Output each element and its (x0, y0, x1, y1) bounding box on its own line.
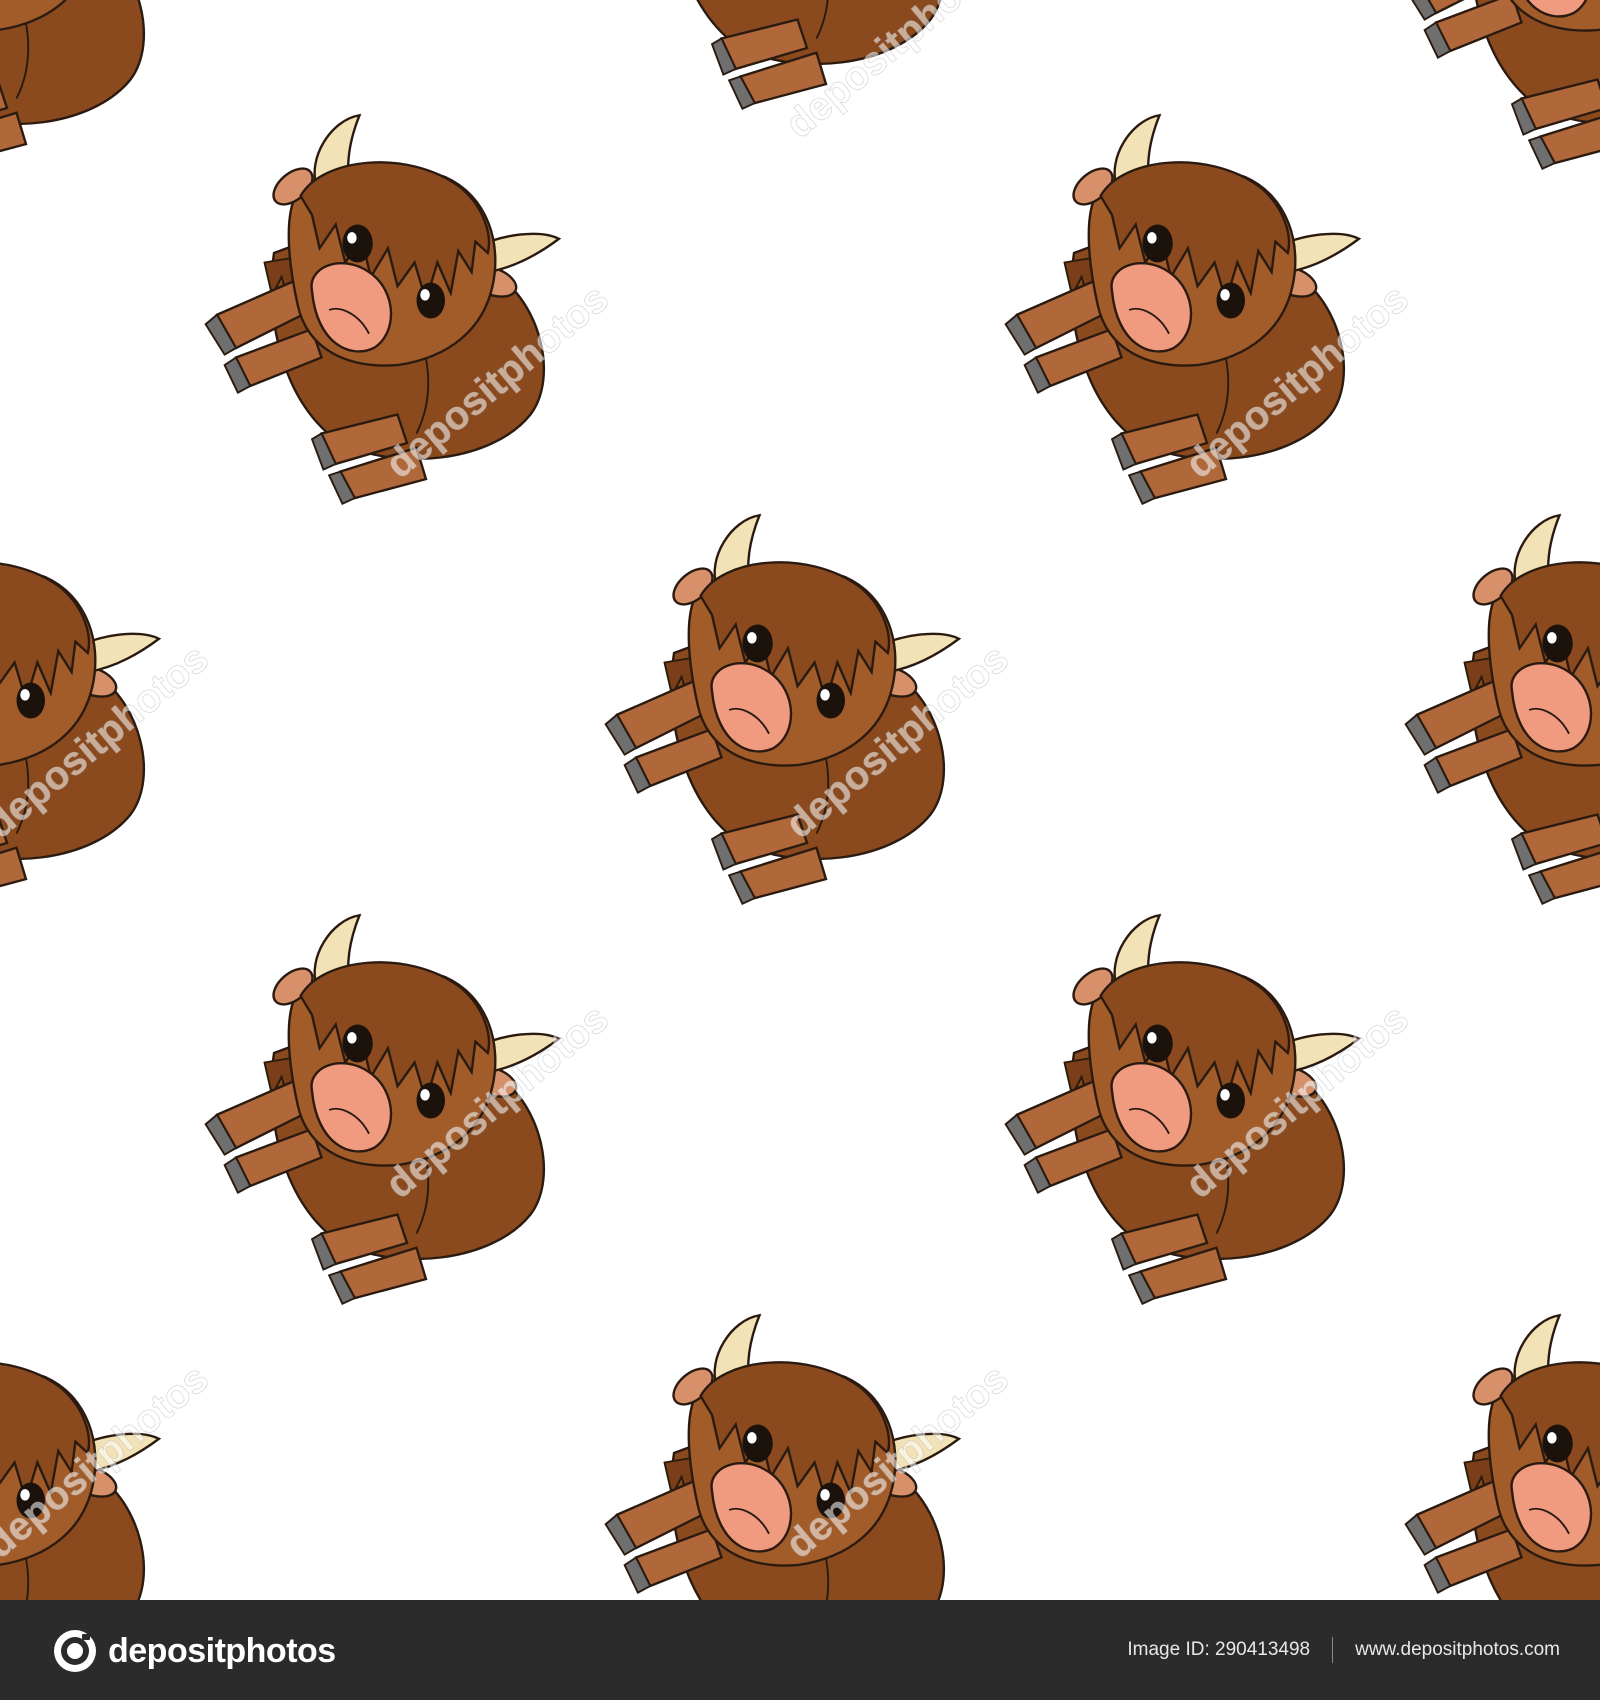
seamless-yak-pattern: depositphotos depositphotos depositphoto… (0, 0, 1600, 1600)
stock-image-preview: depositphotos depositphotos depositphoto… (0, 0, 1600, 1700)
logo-wordmark: depositphotos (108, 1631, 336, 1670)
pattern-canvas: depositphotos depositphotos depositphoto… (0, 0, 1600, 1600)
image-meta: Image ID: 290413498 www.depositphotos.co… (1127, 1600, 1560, 1700)
stock-footer-bar: depositphotos Image ID: 290413498 www.de… (0, 1600, 1600, 1700)
yak-illustration (1004, 114, 1361, 505)
depositphotos-logo[interactable]: depositphotos (52, 1626, 336, 1676)
camera-logo-icon (54, 1630, 96, 1672)
yak-illustration (1404, 0, 1600, 170)
image-id-label: Image ID: 290413498 (1127, 1639, 1311, 1660)
yak-illustration (0, 0, 161, 170)
yak-illustration (1404, 1314, 1600, 1600)
yak-illustration (1404, 514, 1600, 905)
meta-divider (1332, 1637, 1334, 1663)
yak-illustration (204, 114, 561, 505)
site-url-link[interactable]: www.depositphotos.com (1355, 1639, 1560, 1661)
